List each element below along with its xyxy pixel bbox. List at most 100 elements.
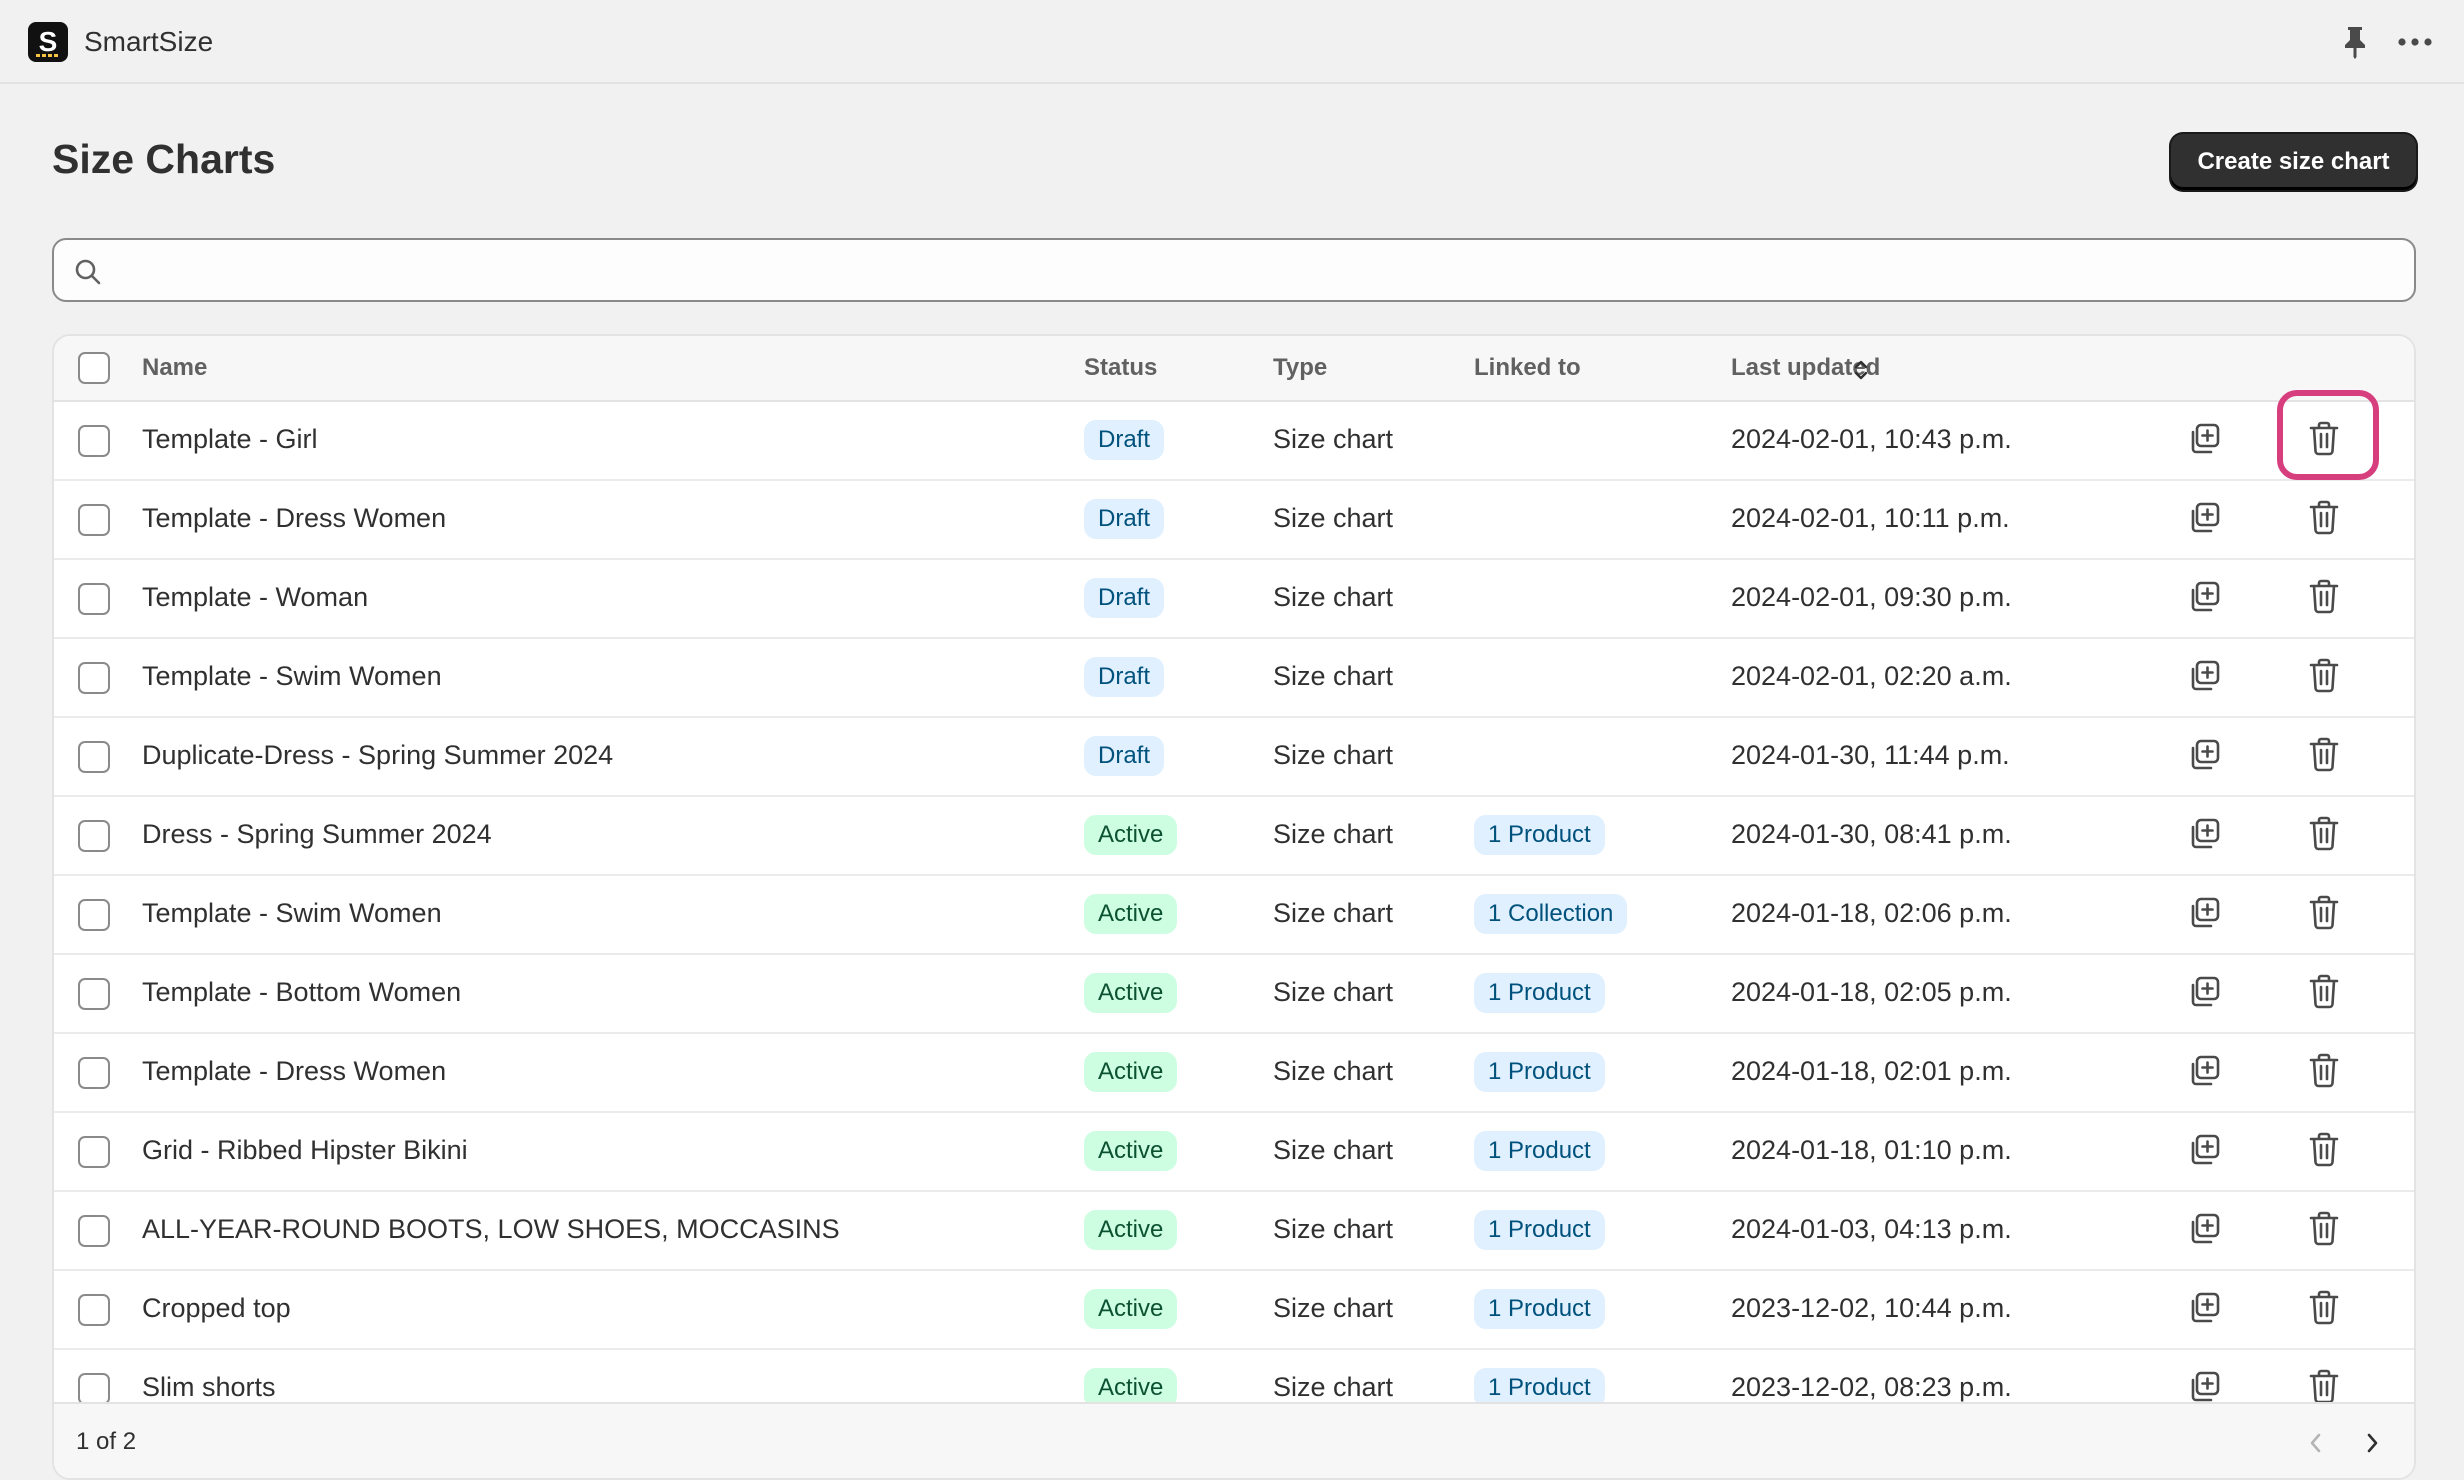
pagination-label: 1 of 2 (76, 1428, 137, 1455)
row-checkbox[interactable] (78, 425, 110, 457)
size-charts-table: Name Status Type Linked to Last updated … (52, 334, 2416, 1480)
row-name[interactable]: Template - Woman (142, 582, 368, 613)
table-row[interactable]: Dress - Spring Summer 2024 Active Size cha… (54, 797, 2414, 876)
status-badge: Active (1084, 815, 1178, 855)
row-checkbox[interactable] (78, 1057, 110, 1089)
row-name[interactable]: Template - Swim Women (142, 898, 442, 929)
delete-icon[interactable] (2308, 657, 2340, 693)
delete-icon[interactable] (2308, 894, 2340, 930)
table-row[interactable]: Template - Girl Draft Size chart 2024-02-01… (54, 402, 2414, 481)
row-checkbox[interactable] (78, 1373, 110, 1405)
row-last-updated: 2024-02-01, 10:11 p.m. (1731, 503, 2010, 533)
duplicate-icon[interactable] (2188, 1291, 2222, 1325)
next-page-icon[interactable] (2360, 1428, 2384, 1458)
row-checkbox[interactable] (78, 1136, 110, 1168)
search-input[interactable] (118, 248, 2398, 292)
table-row[interactable]: ALL-YEAR-ROUND BOOTS, LOW SHOES, MOCCASI… (54, 1192, 2414, 1271)
status-badge: Active (1084, 1131, 1178, 1171)
row-last-updated: 2023-12-02, 08:23 p.m. (1731, 1372, 2012, 1402)
duplicate-icon[interactable] (2188, 1133, 2222, 1167)
search-icon (75, 259, 101, 285)
sort-icon[interactable] (1852, 356, 1870, 384)
row-checkbox[interactable] (78, 899, 110, 931)
row-name[interactable]: Duplicate-Dress - Spring Summer 2024 (142, 740, 613, 771)
row-last-updated: 2024-02-01, 09:30 p.m. (1731, 582, 2012, 612)
row-checkbox[interactable] (78, 741, 110, 773)
select-all-checkbox[interactable] (78, 352, 110, 384)
more-options-icon[interactable] (2394, 26, 2436, 58)
table-row[interactable]: Template - Woman Draft Size chart 2024-02-0… (54, 560, 2414, 639)
row-last-updated: 2024-01-18, 02:05 p.m. (1731, 977, 2012, 1007)
duplicate-icon[interactable] (2188, 580, 2222, 614)
delete-icon[interactable] (2308, 815, 2340, 851)
table-row[interactable]: Duplicate-Dress - Spring Summer 2024 Draf… (54, 718, 2414, 797)
delete-icon[interactable] (2308, 1289, 2340, 1325)
pin-icon[interactable] (2340, 24, 2370, 60)
row-checkbox[interactable] (78, 1215, 110, 1247)
table-row[interactable]: Template - Dress Women Active Size chart 1 … (54, 1034, 2414, 1113)
row-name[interactable]: Template - Dress Women (142, 1056, 446, 1087)
row-name[interactable]: Template - Swim Women (142, 661, 442, 692)
smartsize-logo-icon: S (28, 22, 68, 62)
row-name[interactable]: Dress - Spring Summer 2024 (142, 819, 492, 850)
duplicate-icon[interactable] (2188, 896, 2222, 930)
delete-icon[interactable] (2308, 973, 2340, 1009)
delete-icon[interactable] (2308, 499, 2340, 535)
row-type: Size chart (1273, 424, 1394, 454)
duplicate-icon[interactable] (2188, 1370, 2222, 1404)
table-row[interactable]: Template - Dress Women Draft Size chart 202… (54, 481, 2414, 560)
row-name[interactable]: Slim shorts (142, 1372, 276, 1403)
row-last-updated: 2024-01-18, 02:01 p.m. (1731, 1056, 2012, 1086)
status-badge: Active (1084, 973, 1178, 1013)
row-checkbox[interactable] (78, 1294, 110, 1326)
table-row[interactable]: Template - Bottom Women Active Size chart 1… (54, 955, 2414, 1034)
delete-icon[interactable] (2308, 1131, 2340, 1167)
delete-icon[interactable] (2308, 420, 2340, 456)
column-header-name: Name (142, 354, 208, 381)
duplicate-icon[interactable] (2188, 975, 2222, 1009)
row-name[interactable]: ALL-YEAR-ROUND BOOTS, LOW SHOES, MOCCASI… (142, 1214, 840, 1245)
row-type: Size chart (1273, 1372, 1394, 1402)
column-header-linked-to: Linked to (1474, 354, 1581, 381)
row-last-updated: 2024-01-18, 01:10 p.m. (1731, 1135, 2012, 1165)
table-row[interactable]: Cropped top Active Size chart 1 Product 2023… (54, 1271, 2414, 1350)
row-name[interactable]: Grid - Ribbed Hipster Bikini (142, 1135, 468, 1166)
delete-icon[interactable] (2308, 1210, 2340, 1246)
row-name[interactable]: Template - Bottom Women (142, 977, 461, 1008)
column-header-type: Type (1273, 354, 1328, 381)
linked-to-badge: 1 Product (1474, 1289, 1605, 1329)
duplicate-icon[interactable] (2188, 1212, 2222, 1246)
delete-icon[interactable] (2308, 1052, 2340, 1088)
delete-icon[interactable] (2308, 578, 2340, 614)
duplicate-icon[interactable] (2188, 1054, 2222, 1088)
row-checkbox[interactable] (78, 504, 110, 536)
row-last-updated: 2024-01-30, 08:41 p.m. (1731, 819, 2012, 849)
row-type: Size chart (1273, 1293, 1394, 1323)
row-checkbox[interactable] (78, 978, 110, 1010)
linked-to-badge: 1 Product (1474, 1131, 1605, 1171)
duplicate-icon[interactable] (2188, 738, 2222, 772)
linked-to-badge: 1 Product (1474, 973, 1605, 1013)
table-row[interactable]: Template - Swim Women Active Size chart 1 C… (54, 876, 2414, 955)
create-size-chart-button[interactable]: Create size chart (2171, 134, 2416, 190)
previous-page-icon[interactable] (2304, 1428, 2328, 1458)
row-checkbox[interactable] (78, 820, 110, 852)
status-badge: Draft (1084, 736, 1165, 776)
row-checkbox[interactable] (78, 662, 110, 694)
row-type: Size chart (1273, 977, 1394, 1007)
duplicate-icon[interactable] (2188, 817, 2222, 851)
delete-icon[interactable] (2308, 736, 2340, 772)
duplicate-icon[interactable] (2188, 501, 2222, 535)
duplicate-icon[interactable] (2188, 422, 2222, 456)
search-field[interactable] (52, 238, 2416, 302)
duplicate-icon[interactable] (2188, 659, 2222, 693)
row-checkbox[interactable] (78, 583, 110, 615)
table-row[interactable]: Grid - Ribbed Hipster Bikini Active Size c… (54, 1113, 2414, 1192)
linked-to-badge: 1 Product (1474, 815, 1605, 855)
table-row[interactable]: Template - Swim Women Draft Size chart 2024… (54, 639, 2414, 718)
row-name[interactable]: Cropped top (142, 1293, 291, 1324)
row-name[interactable]: Template - Girl (142, 424, 318, 455)
status-badge: Draft (1084, 657, 1165, 697)
row-name[interactable]: Template - Dress Women (142, 503, 446, 534)
delete-icon[interactable] (2308, 1368, 2340, 1404)
